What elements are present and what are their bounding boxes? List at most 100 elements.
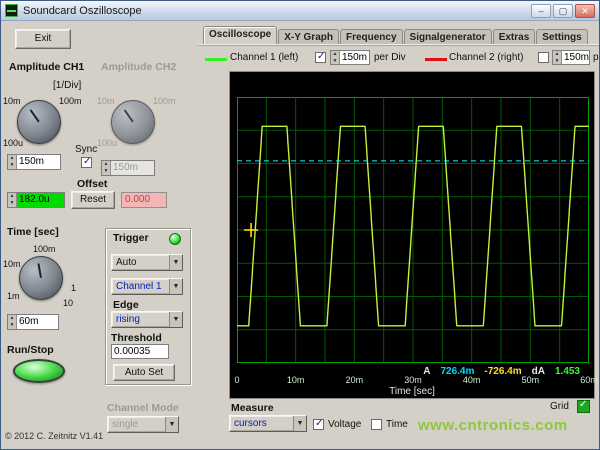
knob-needle <box>37 263 42 278</box>
offset-value[interactable]: ▲▼ 182.0u <box>7 192 65 208</box>
ch1-scale-10m: 10m <box>3 96 21 106</box>
edge-label: Edge <box>113 299 139 311</box>
channel2-scale-text: 150m <box>562 51 589 64</box>
title-bar[interactable]: Soundcard Oszilloscope – ▢ ✕ <box>1 1 599 21</box>
close-icon[interactable]: ✕ <box>575 4 595 18</box>
ch2-scale-10m: 10m <box>97 96 115 106</box>
channel2-checkbox[interactable] <box>538 52 549 63</box>
time-label: Time [sec] <box>7 226 59 238</box>
channel1-color-swatch <box>205 58 227 61</box>
amplitude-ch1-value-text: 150m <box>17 155 60 169</box>
amplitude-ch2-value-text: 150m <box>111 161 154 175</box>
tab-extras[interactable]: Extras <box>493 29 536 45</box>
ch1-scale-100m: 100m <box>59 96 82 106</box>
auto-set-button[interactable]: Auto Set <box>113 364 175 381</box>
trigger-source-dropdown[interactable]: Channel 1 ▼ <box>111 278 183 295</box>
ch2-scale-100u: 100u <box>97 138 117 148</box>
time-measure-label: Time <box>386 419 408 430</box>
tab-settings[interactable]: Settings <box>536 29 587 45</box>
spinner-arrows-icon[interactable]: ▲▼ <box>8 155 17 169</box>
channel2-color-swatch <box>425 58 447 61</box>
spinner-arrows-icon[interactable]: ▲▼ <box>8 193 17 207</box>
spinner-arrows-icon[interactable]: ▲▼ <box>331 51 340 64</box>
per-div-unit-label: [1/Div] <box>53 80 81 91</box>
channel1-per-div-label: per Div <box>374 52 406 63</box>
oscilloscope-display[interactable]: A 726.4m -726.4m dA 1.453 010m20m30m40m5… <box>229 71 595 399</box>
time-value-text: 60m <box>17 315 58 329</box>
run-stop-button[interactable] <box>13 359 65 383</box>
tab-oscilloscope[interactable]: Oscilloscope <box>203 26 277 45</box>
trigger-edge-dropdown[interactable]: rising ▼ <box>111 311 183 328</box>
maximize-icon[interactable]: ▢ <box>553 4 573 18</box>
threshold-label: Threshold <box>111 332 162 344</box>
channel-mode-dropdown: single ▼ <box>107 416 179 433</box>
amplitude-ch1-label: Amplitude CH1 <box>9 61 84 73</box>
copyright-text: © 2012 C. Zeitnitz V1.41 <box>5 431 103 441</box>
spinner-arrows-icon[interactable]: ▲▼ <box>553 51 562 64</box>
trigger-mode-dropdown[interactable]: Auto ▼ <box>111 254 183 271</box>
watermark-text: www.cntronics.com <box>418 417 568 434</box>
ch1-scale-100u: 100u <box>3 138 23 148</box>
amplitude-ch2-knob[interactable] <box>111 100 155 144</box>
sync-label: Sync <box>75 144 97 155</box>
channel1-checkbox[interactable] <box>315 52 326 63</box>
voltage-label: Voltage <box>328 419 361 430</box>
reset-button[interactable]: Reset <box>71 191 115 209</box>
chevron-down-icon[interactable]: ▼ <box>169 279 182 294</box>
x-tick: 10m <box>287 375 305 385</box>
offset-label: Offset <box>77 178 107 190</box>
measure-mode-value: cursors <box>234 418 293 429</box>
channel2-label: Channel 2 (right) <box>449 52 523 63</box>
voltage-checkbox[interactable] <box>313 419 324 430</box>
grid-checkbox[interactable] <box>577 400 590 413</box>
tab-signalgenerator[interactable]: Signalgenerator <box>404 29 492 45</box>
x-tick: 40m <box>463 375 481 385</box>
exit-button[interactable]: Exit <box>15 29 71 49</box>
amplitude-ch1-knob[interactable] <box>17 100 61 144</box>
trigger-title: Trigger <box>113 232 149 244</box>
trigger-edge-value: rising <box>116 314 169 325</box>
sync-checkbox[interactable] <box>81 157 92 168</box>
time-knob[interactable] <box>19 256 63 300</box>
chevron-down-icon[interactable]: ▼ <box>293 416 306 431</box>
knob-needle <box>124 109 134 122</box>
chevron-down-icon[interactable]: ▼ <box>169 255 182 270</box>
time-scale-1m: 1m <box>7 291 20 301</box>
trigger-led <box>169 233 181 245</box>
app-icon <box>5 4 18 17</box>
channel-mode-value: single <box>112 419 165 430</box>
chevron-down-icon[interactable]: ▼ <box>169 312 182 327</box>
x-tick: 20m <box>346 375 364 385</box>
x-axis-label: Time [sec] <box>230 386 594 397</box>
x-tick: 60m <box>580 375 598 385</box>
channel1-label: Channel 1 (left) <box>230 52 298 63</box>
measure-label: Measure <box>231 402 274 414</box>
threshold-input[interactable] <box>111 344 169 359</box>
tab-frequency[interactable]: Frequency <box>340 29 403 45</box>
channel1-scale-text: 150m <box>340 51 369 64</box>
x-tick: 30m <box>404 375 422 385</box>
channel-mode-label: Channel Mode <box>107 402 179 414</box>
trigger-source-value: Channel 1 <box>116 281 169 292</box>
time-checkbox[interactable] <box>371 419 382 430</box>
minimize-icon[interactable]: – <box>531 4 551 18</box>
offset-value-text: 182.0u <box>17 193 64 207</box>
channel2-scale-value[interactable]: ▲▼ 150m <box>552 50 590 65</box>
spinner-arrows-icon[interactable]: ▲▼ <box>8 315 17 329</box>
trigger-mode-value: Auto <box>116 257 169 268</box>
time-scale-10m: 10m <box>3 259 21 269</box>
tab-xy-graph[interactable]: X-Y Graph <box>278 29 339 45</box>
channel1-scale-value[interactable]: ▲▼ 150m <box>330 50 370 65</box>
amplitude-ch2-label: Amplitude CH2 <box>101 61 176 73</box>
amplitude-ch1-value[interactable]: ▲▼ 150m <box>7 154 61 170</box>
time-scale-1: 1 <box>71 283 76 293</box>
x-tick: 0 <box>234 375 239 385</box>
waveform-plot[interactable] <box>237 97 589 363</box>
grid-label: Grid <box>550 401 569 412</box>
time-scale-10: 10 <box>63 298 73 308</box>
offset-ch2-value: 0.000 <box>121 192 167 208</box>
measure-mode-dropdown[interactable]: cursors ▼ <box>229 415 307 432</box>
time-value[interactable]: ▲▼ 60m <box>7 314 59 330</box>
channel2-per-div-label: per Div <box>593 52 600 63</box>
app-window: Soundcard Oszilloscope – ▢ ✕ Exit Amplit… <box>0 0 600 450</box>
